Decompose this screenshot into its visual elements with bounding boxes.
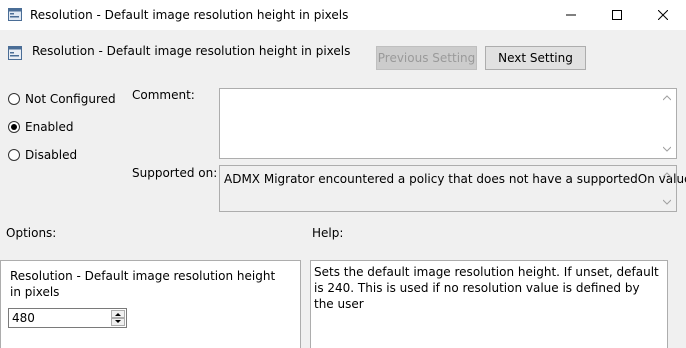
- spin-up-icon: [115, 313, 121, 316]
- scroll-down-icon[interactable]: [663, 199, 671, 205]
- radio-label: Enabled: [25, 120, 74, 134]
- resolution-height-input[interactable]: [10, 310, 111, 326]
- scroll-down-icon[interactable]: [663, 146, 671, 152]
- policy-icon: [8, 8, 22, 21]
- supported-scrollbar[interactable]: [659, 166, 676, 211]
- radio-enabled[interactable]: Enabled: [8, 120, 74, 134]
- next-setting-button[interactable]: Next Setting: [485, 46, 586, 70]
- spin-up-button[interactable]: [111, 310, 125, 318]
- supported-on-value: ADMX Migrator encountered a policy that …: [224, 172, 686, 186]
- window-title: Resolution - Default image resolution he…: [30, 8, 349, 22]
- supported-on-field: ADMX Migrator encountered a policy that …: [219, 165, 686, 212]
- scroll-up-icon[interactable]: [663, 172, 671, 178]
- minimize-button[interactable]: [548, 0, 594, 30]
- comment-label: Comment:: [132, 88, 195, 102]
- spin-down-button[interactable]: [111, 318, 125, 326]
- title-bar[interactable]: Resolution - Default image resolution he…: [0, 0, 686, 30]
- options-label: Options:: [6, 226, 57, 240]
- close-button[interactable]: [640, 0, 686, 30]
- minimize-icon: [566, 10, 576, 20]
- setting-title: Resolution - Default image resolution he…: [32, 44, 351, 58]
- radio-disabled[interactable]: Disabled: [8, 148, 77, 162]
- option-field-label: Resolution - Default image resolution he…: [10, 269, 276, 299]
- radio-label: Disabled: [25, 148, 78, 162]
- close-icon: [658, 10, 668, 20]
- maximize-button[interactable]: [594, 0, 640, 30]
- radio-circle-selected[interactable]: [8, 121, 20, 133]
- options-pane: Resolution - Default image resolution he…: [0, 260, 301, 348]
- help-pane: Sets the default image resolution height…: [310, 260, 668, 348]
- scroll-up-icon[interactable]: [663, 95, 671, 101]
- supported-on-label: Supported on:: [132, 166, 218, 180]
- maximize-icon: [612, 10, 622, 20]
- comment-scrollbar[interactable]: [659, 89, 676, 158]
- radio-circle[interactable]: [8, 149, 20, 161]
- previous-setting-button[interactable]: Previous Setting: [376, 46, 477, 70]
- help-text: Sets the default image resolution height…: [314, 265, 659, 311]
- help-label: Help:: [312, 226, 344, 240]
- resolution-height-spinbox[interactable]: [8, 308, 127, 328]
- radio-not-configured[interactable]: Not Configured: [8, 92, 116, 106]
- comment-textarea[interactable]: [219, 88, 677, 159]
- spin-down-icon: [115, 320, 121, 323]
- help-scrollbar[interactable]: [668, 260, 686, 348]
- setting-icon: [8, 46, 22, 60]
- radio-circle[interactable]: [8, 93, 20, 105]
- radio-label: Not Configured: [25, 92, 116, 106]
